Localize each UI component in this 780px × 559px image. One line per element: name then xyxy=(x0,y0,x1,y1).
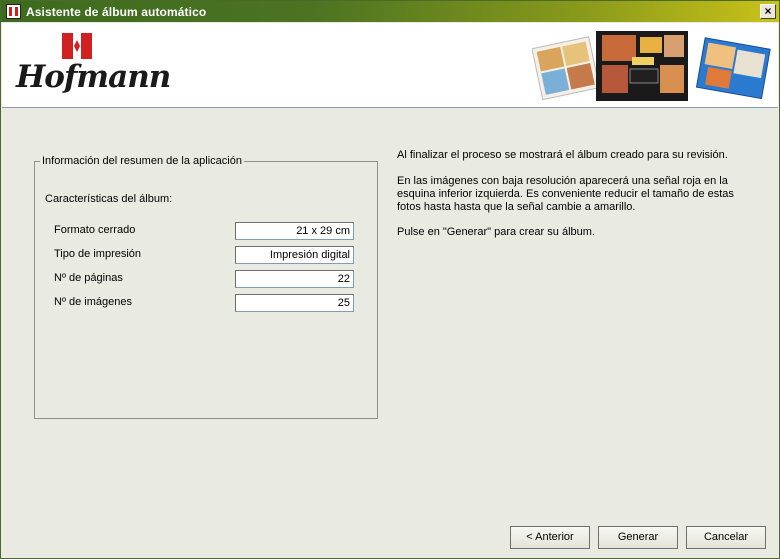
info-paragraph-3: Pulse en "Generar" para crear su álbum. xyxy=(397,226,595,238)
flag-icon xyxy=(62,33,92,59)
close-icon[interactable]: × xyxy=(760,4,776,19)
app-icon xyxy=(6,4,21,19)
page-count-field[interactable]: 22 xyxy=(235,270,354,288)
wizard-window: Asistente de álbum automático × Hofmann xyxy=(0,0,780,559)
info-paragraph-1: Al finalizar el proceso se mostrará el á… xyxy=(397,149,728,161)
summary-legend: Información del resumen de la aplicación xyxy=(42,155,242,167)
header-banner: Hofmann xyxy=(2,23,778,108)
content-area: Información del resumen de la aplicación… xyxy=(2,109,778,558)
features-label: Características del álbum: xyxy=(45,193,173,205)
title-bar[interactable]: Asistente de álbum automático × xyxy=(1,1,779,22)
closed-format-label: Formato cerrado xyxy=(54,224,136,236)
print-type-field[interactable]: Impresión digital xyxy=(235,246,354,264)
generate-button[interactable]: Generar xyxy=(598,526,678,549)
album-collage-image xyxy=(532,31,771,101)
back-button[interactable]: < Anterior xyxy=(510,526,590,549)
summary-group: Información del resumen de la aplicación… xyxy=(34,155,378,419)
hofmann-logo: Hofmann xyxy=(16,31,171,103)
page-count-label: Nº de páginas xyxy=(54,272,123,284)
info-paragraph-2: En las imágenes con baja resolución apar… xyxy=(397,175,734,213)
window-title: Asistente de álbum automático xyxy=(26,5,207,19)
cancel-button[interactable]: Cancelar xyxy=(686,526,766,549)
print-type-label: Tipo de impresión xyxy=(54,248,142,260)
brand-wordmark: Hofmann xyxy=(16,59,171,95)
image-count-label: Nº de imágenes xyxy=(54,296,133,308)
closed-format-field[interactable]: 21 x 29 cm xyxy=(235,222,354,240)
image-count-field[interactable]: 25 xyxy=(235,294,354,312)
